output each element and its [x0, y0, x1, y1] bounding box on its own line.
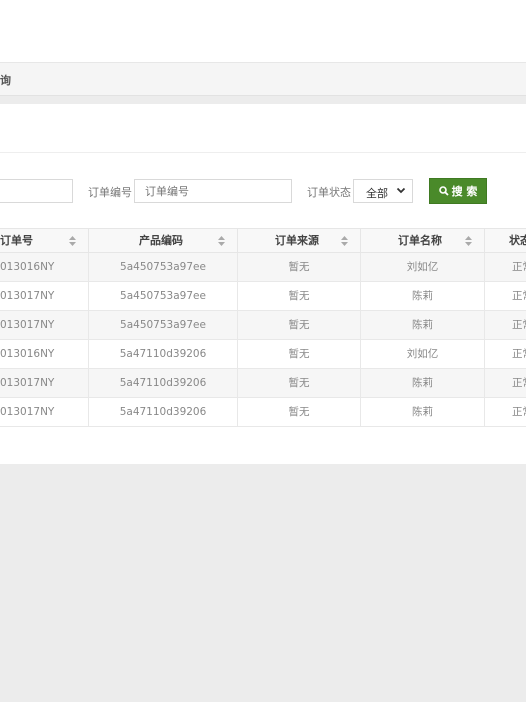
column-header-name[interactable]: 订单名称 — [361, 229, 485, 253]
cell-status: 正常 — [512, 261, 526, 273]
cell-order-no: 013017NY — [0, 311, 89, 339]
cell-name: 陈莉 — [361, 311, 485, 339]
order-no-label: 订单编号 — [88, 186, 132, 199]
cell-product-code: 5a47110d39206 — [89, 398, 238, 426]
column-header-status[interactable]: 状态 — [485, 229, 526, 253]
search-input-left[interactable] — [0, 179, 73, 203]
status-select-value: 全部 — [366, 187, 388, 200]
section-gap — [0, 96, 526, 104]
cell-source: 暂无 — [238, 340, 361, 368]
sort-icon — [218, 236, 225, 246]
cell-product-code: 5a47110d39206 — [89, 369, 238, 397]
cell-product-code: 5a450753a97ee — [89, 253, 238, 281]
cell-status: 正常 — [512, 348, 526, 360]
search-button[interactable]: 搜 索 — [429, 178, 487, 204]
panel-divider — [0, 152, 526, 153]
sort-icon — [69, 236, 76, 246]
cell-name: 陈莉 — [361, 282, 485, 310]
cell-status: 正常 — [512, 319, 526, 331]
page: 询 订单编号 订单状态 全部 搜 索 订单号 产品编码 — [0, 0, 526, 702]
cell-order-no: 013016NY — [0, 340, 89, 368]
breadcrumb: 询 — [0, 62, 526, 96]
cell-status: 正常 — [512, 377, 526, 389]
cell-product-code: 5a450753a97ee — [89, 311, 238, 339]
cell-order-no: 013017NY — [0, 398, 89, 426]
column-header-source[interactable]: 订单来源 — [238, 229, 361, 253]
table-row[interactable]: 013017NY 5a47110d39206 暂无 陈莉 正常 — [0, 369, 526, 398]
top-header — [0, 0, 526, 62]
cell-source: 暂无 — [238, 282, 361, 310]
table-header: 订单号 产品编码 订单来源 订单名称 状态 — [0, 228, 526, 253]
sort-icon — [465, 236, 472, 246]
cell-product-code: 5a47110d39206 — [89, 340, 238, 368]
cell-status: 正常 — [512, 290, 526, 302]
chevron-down-icon — [396, 187, 406, 194]
search-button-label: 搜 索 — [451, 185, 478, 198]
cell-source: 暂无 — [238, 253, 361, 281]
cell-order-no: 013016NY — [0, 253, 89, 281]
table-row[interactable]: 013017NY 5a450753a97ee 暂无 陈莉 正常 — [0, 282, 526, 311]
cell-source: 暂无 — [238, 369, 361, 397]
cell-name: 刘如亿 — [361, 253, 485, 281]
status-label: 订单状态 — [307, 186, 351, 199]
table-row[interactable]: 013016NY 5a450753a97ee 暂无 刘如亿 正常 — [0, 253, 526, 282]
cell-status: 正常 — [512, 406, 526, 418]
cell-name: 刘如亿 — [361, 340, 485, 368]
table-row[interactable]: 013017NY 5a450753a97ee 暂无 陈莉 正常 — [0, 311, 526, 340]
cell-order-no: 013017NY — [0, 369, 89, 397]
order-no-input[interactable] — [134, 179, 292, 203]
sort-icon — [341, 236, 348, 246]
breadcrumb-label: 询 — [0, 74, 11, 87]
cell-name: 陈莉 — [361, 398, 485, 426]
status-select[interactable]: 全部 — [353, 179, 413, 203]
cell-source: 暂无 — [238, 311, 361, 339]
search-icon — [438, 186, 449, 196]
cell-product-code: 5a450753a97ee — [89, 282, 238, 310]
table-row[interactable]: 013016NY 5a47110d39206 暂无 刘如亿 正常 — [0, 340, 526, 369]
cell-order-no: 013017NY — [0, 282, 89, 310]
cell-name: 陈莉 — [361, 369, 485, 397]
cell-source: 暂无 — [238, 398, 361, 426]
column-header-product-code[interactable]: 产品编码 — [89, 229, 238, 253]
table-row[interactable]: 013017NY 5a47110d39206 暂无 陈莉 正常 — [0, 398, 526, 427]
column-header-order-no[interactable]: 订单号 — [0, 229, 89, 253]
